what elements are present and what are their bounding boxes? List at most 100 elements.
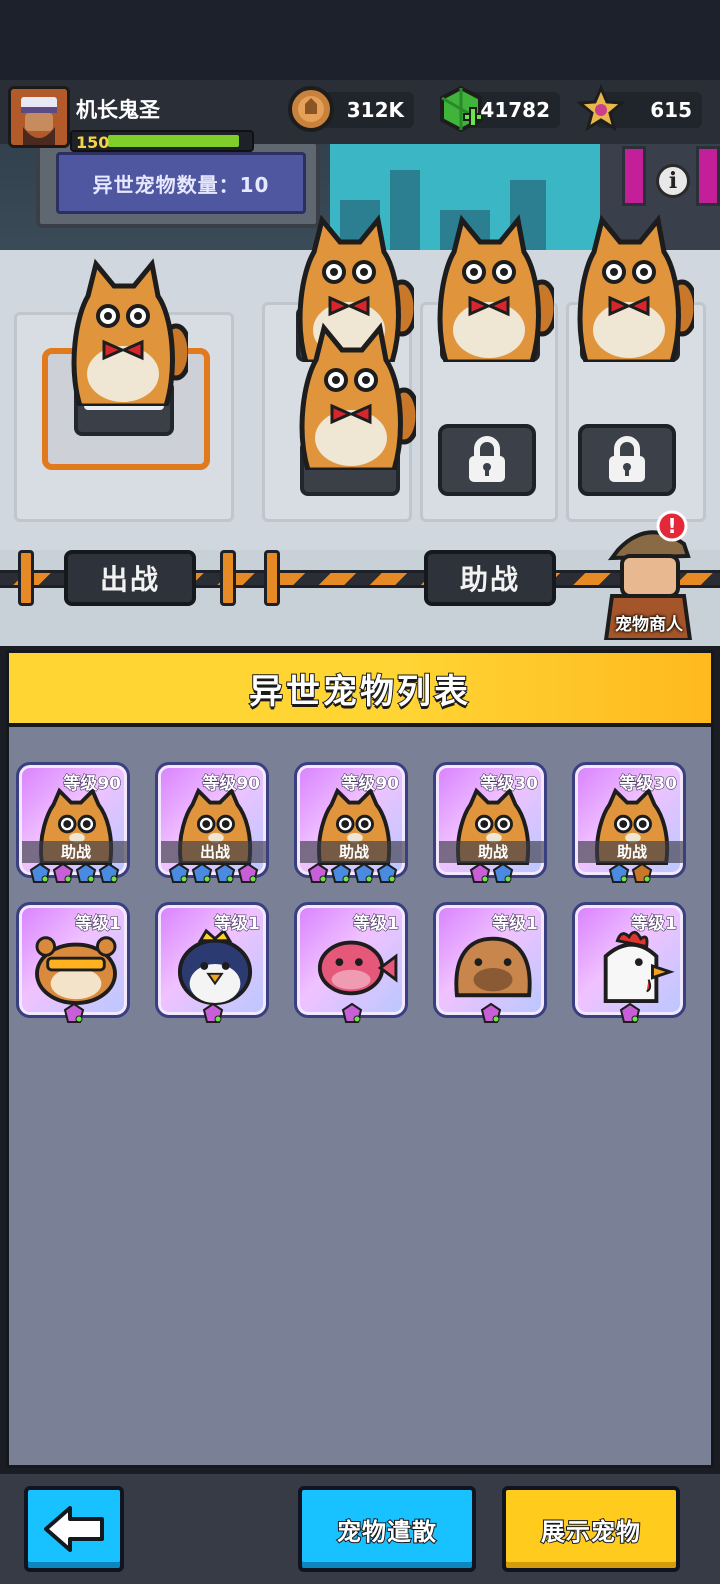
- lock-icon: [609, 436, 645, 482]
- pet-level: 等级90: [63, 774, 122, 795]
- back-button[interactable]: [24, 1486, 124, 1572]
- pet-card[interactable]: 等级1: [433, 902, 547, 1023]
- assist-pet-cat-4[interactable]: [286, 320, 416, 470]
- skill-gem-icon: [330, 862, 351, 883]
- pet-card[interactable]: 等级1: [572, 902, 686, 1023]
- pet-card[interactable]: 等级1: [294, 902, 408, 1023]
- skill-gem-icon: [631, 862, 652, 883]
- pet-status: 助战: [439, 841, 544, 863]
- battle-pet-cat[interactable]: [58, 256, 188, 406]
- svg-text:!: !: [667, 514, 676, 538]
- pet-gem-row: [574, 862, 686, 888]
- skill-gem-icon: [237, 862, 258, 883]
- pet-gem-row: [296, 862, 408, 888]
- capybara-pet-icon: [454, 936, 532, 998]
- top-header: 机长鬼圣 150 312K 41782 615: [0, 80, 720, 154]
- pet-gem-row: [435, 1002, 547, 1028]
- skill-gem-icon: [214, 862, 235, 883]
- pet-level: 等级90: [341, 774, 400, 795]
- skill-gem-icon: [52, 862, 73, 883]
- skill-gem-icon: [608, 862, 629, 883]
- gem-counter[interactable]: 41782: [440, 85, 560, 133]
- skill-gem-icon: [353, 862, 374, 883]
- skill-gem-icon: [480, 1002, 502, 1023]
- skill-gem-icon: [202, 1002, 224, 1023]
- merchant-label: 宠物商人: [615, 615, 683, 635]
- avatar[interactable]: [8, 86, 70, 148]
- captain-portrait-icon: [11, 89, 67, 145]
- skill-gem-icon: [469, 862, 490, 883]
- pufferfish-pet-icon: [317, 940, 398, 996]
- pet-status: 助战: [22, 841, 127, 863]
- pet-gem-row: [18, 862, 130, 888]
- pet-list-panel: 异世宠物列表 等级90 助战 等级90 出战 等级90 助战 等级30 助战 等级30 助战等级1…: [0, 646, 720, 1474]
- coin-value: 312K: [346, 98, 404, 122]
- pet-room-scene: 异世宠物数量：10 i 出战 助战 ! 宠物商人: [0, 80, 720, 646]
- hamster-pet-icon: [35, 936, 117, 1005]
- pet-gem-row: [157, 862, 269, 888]
- skill-gem-icon: [168, 862, 189, 883]
- skill-gem-icon: [619, 1002, 641, 1023]
- player-name: 机长鬼圣: [76, 98, 160, 122]
- pet-level: 等级1: [75, 914, 122, 935]
- skill-gem-icon: [75, 862, 96, 883]
- pet-level: 等级1: [214, 914, 261, 935]
- chicken-pet-icon: [603, 930, 675, 1004]
- pet-level: 等级30: [619, 774, 678, 795]
- player-level: 150: [76, 133, 110, 152]
- pet-level: 等级1: [492, 914, 539, 935]
- showcase-pet-button[interactable]: 展示宠物: [502, 1486, 680, 1572]
- skill-gem-icon: [29, 862, 50, 883]
- skill-gem-icon: [191, 862, 212, 883]
- bottom-bar: 宠物遣散 展示宠物: [0, 1474, 720, 1584]
- pet-gem-row: [157, 1002, 269, 1028]
- pet-card[interactable]: 等级90 出战: [155, 762, 269, 883]
- pet-level: 等级90: [202, 774, 261, 795]
- pet-count-text: 异世宠物数量：10: [92, 172, 270, 197]
- locked-slot-1[interactable]: [438, 424, 536, 496]
- pet-level: 等级1: [353, 914, 400, 935]
- pet-status: 出战: [161, 841, 266, 863]
- battle-label: 出战: [64, 550, 196, 606]
- star-icon: [576, 84, 626, 132]
- pet-gem-row: [296, 1002, 408, 1028]
- pet-card[interactable]: 等级30 助战: [433, 762, 547, 883]
- pet-status: 助战: [300, 841, 405, 863]
- status-bar: [0, 0, 720, 80]
- pet-card[interactable]: 等级1: [155, 902, 269, 1023]
- star-counter[interactable]: 615: [576, 84, 702, 132]
- pet-status: 助战: [578, 841, 683, 863]
- pet-level: 等级1: [631, 914, 678, 935]
- skill-gem-icon: [307, 862, 328, 883]
- pet-gem-row: [574, 1002, 686, 1028]
- assist-pet-cat-3[interactable]: [564, 212, 694, 362]
- info-button[interactable]: i: [656, 164, 690, 198]
- pet-card[interactable]: 等级1: [16, 902, 130, 1023]
- pet-gem-row: [435, 862, 547, 888]
- pet-level: 等级30: [480, 774, 539, 795]
- pet-card[interactable]: 等级90 助战: [16, 762, 130, 883]
- pet-card[interactable]: 等级30 助战: [572, 762, 686, 883]
- player-level-bar: 150: [70, 130, 254, 152]
- coin-counter[interactable]: 312K: [288, 86, 414, 132]
- lock-icon: [469, 436, 505, 482]
- locked-slot-2[interactable]: [578, 424, 676, 496]
- pet-card[interactable]: 等级90 助战: [294, 762, 408, 883]
- pet-screen: 异世宠物数量：10 i 出战 助战 ! 宠物商人 机长鬼圣 150 312K 4…: [0, 0, 720, 1584]
- green-gem-icon: [440, 85, 483, 133]
- release-pet-button[interactable]: 宠物遣散: [298, 1486, 476, 1572]
- back-arrow-icon: [44, 1506, 104, 1552]
- star-value: 615: [650, 98, 692, 122]
- level-progress-fill: [108, 135, 239, 147]
- assist-label: 助战: [424, 550, 556, 606]
- skill-gem-icon: [376, 862, 397, 883]
- assist-pet-cat-2[interactable]: [424, 212, 554, 362]
- gem-value: 41782: [480, 98, 550, 122]
- pet-gem-row: [18, 1002, 130, 1028]
- pet-list-title: 异世宠物列表: [248, 671, 471, 713]
- pet-list-header: 异世宠物列表: [9, 653, 711, 727]
- skill-gem-icon: [341, 1002, 363, 1023]
- skill-gem-icon: [492, 862, 513, 883]
- skill-gem-icon: [63, 1002, 85, 1023]
- penguin-pet-icon: [177, 928, 253, 1005]
